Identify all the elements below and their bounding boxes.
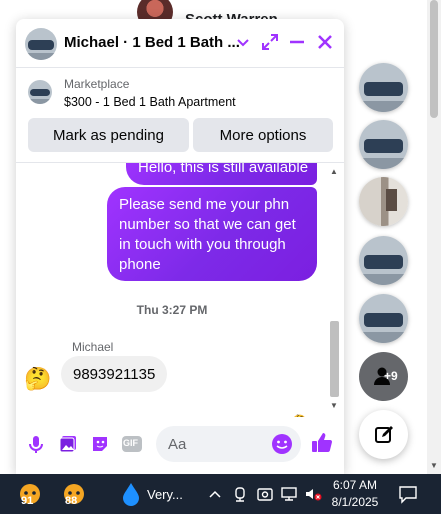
listing-thumbnail bbox=[359, 177, 408, 226]
message-scrollbar[interactable]: ▲ ▼ bbox=[327, 163, 341, 417]
close-icon[interactable] bbox=[314, 31, 336, 53]
message-scrollbar-thumb[interactable] bbox=[330, 321, 339, 397]
gif-icon[interactable]: GIF bbox=[121, 433, 143, 455]
minimize-icon[interactable] bbox=[286, 31, 308, 53]
expand-icon[interactable] bbox=[259, 31, 281, 53]
screenshot-tool-icon[interactable] bbox=[256, 484, 274, 504]
chat-avatar[interactable] bbox=[25, 28, 57, 60]
chat-head-bubble[interactable] bbox=[359, 120, 408, 169]
sticker-icon[interactable] bbox=[89, 433, 111, 455]
sender-name: Michael bbox=[72, 340, 114, 354]
incoming-message: 9893921135 bbox=[61, 356, 168, 392]
weather-temp: 88 bbox=[65, 495, 78, 507]
more-chats-count: +9 bbox=[384, 369, 398, 383]
chevron-down-icon[interactable] bbox=[236, 33, 252, 51]
weather-widget[interactable]: 91 bbox=[18, 483, 42, 508]
message-timestamp: Thu 3:27 PM bbox=[136, 303, 208, 317]
more-options-button[interactable]: More options bbox=[193, 118, 333, 152]
outgoing-message: Please send me your phn number so that w… bbox=[107, 187, 317, 281]
listing-thumbnail bbox=[359, 120, 408, 169]
listing-thumbnail bbox=[359, 236, 408, 285]
notification-center-icon[interactable] bbox=[398, 484, 418, 504]
water-drop-icon[interactable] bbox=[120, 482, 142, 511]
mark-as-pending-button[interactable]: Mark as pending bbox=[28, 118, 189, 152]
webcam-icon[interactable] bbox=[232, 484, 248, 504]
chat-window: Michael · 1 Bed 1 Bath ... Marketplace $… bbox=[16, 19, 344, 474]
system-clock[interactable]: 6:07 AM 8/1/2025 bbox=[328, 477, 382, 511]
weather-text[interactable]: Very... bbox=[147, 487, 183, 502]
taskbar: 91 88 Very... 6:07 AM 8/1/2025 bbox=[0, 474, 441, 514]
message-list: Hello, this is still available Please se… bbox=[16, 163, 344, 417]
like-icon[interactable] bbox=[310, 431, 334, 455]
chat-head-bubble[interactable] bbox=[359, 177, 408, 226]
photo-icon[interactable] bbox=[57, 433, 79, 455]
listing-thumbnail bbox=[359, 63, 408, 112]
chat-head-bubble[interactable] bbox=[359, 294, 408, 343]
thinking-face-emoji-icon: 🤔 bbox=[24, 366, 52, 391]
marketplace-label: Marketplace bbox=[64, 77, 130, 91]
chat-title[interactable]: Michael · 1 Bed 1 Bath ... bbox=[64, 34, 240, 51]
microphone-icon[interactable] bbox=[25, 433, 47, 455]
scroll-down-arrow-icon[interactable]: ▼ bbox=[430, 461, 438, 470]
more-chats-bubble[interactable]: +9 bbox=[359, 352, 408, 401]
network-icon[interactable] bbox=[280, 484, 298, 504]
listing-thumbnail bbox=[359, 294, 408, 343]
weather-temp: 91 bbox=[21, 495, 34, 507]
listing-title[interactable]: $300 - 1 Bed 1 Bath Apartment bbox=[64, 95, 236, 109]
new-message-button[interactable] bbox=[359, 410, 408, 459]
clock-time: 6:07 AM bbox=[332, 478, 378, 492]
gif-label: GIF bbox=[123, 438, 138, 448]
compose-icon bbox=[374, 425, 393, 443]
outgoing-message: Hello, this is still available bbox=[126, 163, 317, 185]
chat-head-bubble[interactable] bbox=[359, 63, 408, 112]
page-scrollbar-thumb[interactable] bbox=[430, 0, 438, 118]
scroll-down-arrow-icon[interactable]: ▼ bbox=[330, 401, 338, 410]
listing-thumbnail bbox=[28, 80, 52, 104]
volume-muted-icon[interactable] bbox=[304, 484, 322, 504]
show-hidden-icons-chevron-icon[interactable] bbox=[207, 484, 223, 504]
clock-date: 8/1/2025 bbox=[331, 495, 379, 509]
page-scrollbar[interactable]: ▼ bbox=[427, 0, 441, 474]
emoji-icon[interactable] bbox=[271, 433, 293, 455]
message-composer: GIF bbox=[16, 417, 344, 474]
scroll-up-arrow-icon[interactable]: ▲ bbox=[330, 167, 338, 176]
chat-head-bubble[interactable] bbox=[359, 236, 408, 285]
weather-widget[interactable]: 88 bbox=[62, 483, 86, 508]
marketplace-panel: Marketplace $300 - 1 Bed 1 Bath Apartmen… bbox=[16, 68, 344, 163]
chat-header: Michael · 1 Bed 1 Bath ... bbox=[16, 19, 344, 68]
